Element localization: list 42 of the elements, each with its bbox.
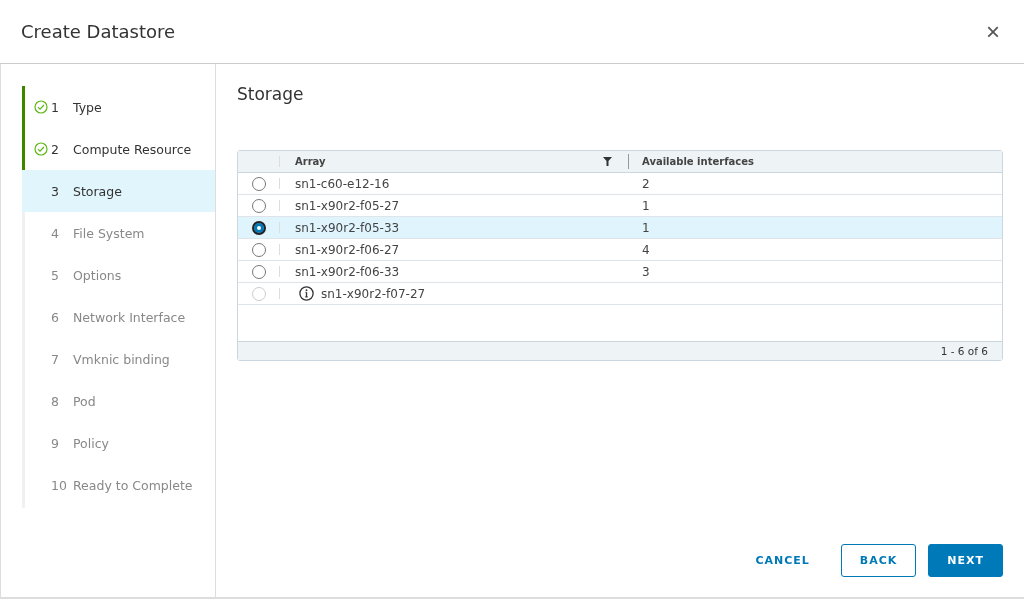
table-cell: sn1-x90r2-f06-27 bbox=[295, 242, 400, 257]
info-icon bbox=[299, 286, 314, 301]
table-row[interactable]: sn1-x90r2-f06-33 3 bbox=[238, 261, 1002, 283]
table-cell: 4 bbox=[642, 242, 650, 257]
radio-button[interactable] bbox=[252, 176, 266, 191]
wizard-step[interactable]: 1 Type bbox=[22, 86, 215, 128]
wizard-step[interactable]: 5 Options bbox=[22, 254, 215, 296]
radio-button[interactable] bbox=[252, 198, 266, 213]
close-button[interactable]: × bbox=[982, 19, 1004, 44]
table-row[interactable]: sn1-x90r2-f05-33 1 bbox=[238, 217, 1002, 239]
column-header[interactable]: Available interfaces bbox=[642, 156, 754, 167]
table-cell: 1 bbox=[642, 198, 650, 213]
table-cell: 3 bbox=[642, 264, 650, 279]
table-cell: sn1-x90r2-f05-33 bbox=[295, 220, 400, 235]
wizard-step[interactable]: 4 File System bbox=[22, 212, 215, 254]
table-cell: sn1-x90r2-f05-27 bbox=[295, 198, 400, 213]
radio-button[interactable] bbox=[252, 220, 266, 235]
dialog-button[interactable]: CANCEL bbox=[736, 544, 829, 577]
dialog-button[interactable]: BACK bbox=[840, 544, 917, 577]
dialog-button[interactable]: NEXT bbox=[928, 544, 1003, 577]
wizard-step[interactable]: 10 Ready to Complete bbox=[22, 464, 215, 506]
radio-button[interactable] bbox=[252, 264, 266, 279]
dialog-title: Create Datastore bbox=[21, 21, 176, 42]
table-row[interactable]: sn1-c60-e12-16 2 bbox=[238, 173, 1002, 195]
wizard-step[interactable]: 6 Network Interface bbox=[22, 296, 215, 338]
table-cell: 2 bbox=[642, 176, 650, 191]
table-cell: sn1-c60-e12-16 bbox=[295, 176, 390, 191]
column-header[interactable]: Array bbox=[295, 156, 326, 167]
filter-icon[interactable] bbox=[603, 157, 612, 166]
table-cell: 1 bbox=[642, 220, 650, 235]
wizard-step[interactable]: 3 Storage bbox=[22, 170, 215, 212]
wizard-step[interactable]: 8 Pod bbox=[22, 380, 215, 422]
check-circle-icon bbox=[34, 142, 48, 156]
section-title: Storage bbox=[237, 84, 305, 106]
table-cell: sn1-x90r2-f07-27 bbox=[321, 286, 426, 301]
pagination-text: 1 - 6 of 6 bbox=[940, 345, 988, 357]
radio-button[interactable] bbox=[252, 242, 266, 257]
check-circle-icon bbox=[34, 100, 48, 114]
table-row[interactable]: sn1-x90r2-f06-27 4 bbox=[238, 239, 1002, 261]
wizard-step[interactable]: 9 Policy bbox=[22, 422, 215, 464]
wizard-step[interactable]: 7 Vmknic binding bbox=[22, 338, 215, 380]
table-cell: sn1-x90r2-f06-33 bbox=[295, 264, 400, 279]
